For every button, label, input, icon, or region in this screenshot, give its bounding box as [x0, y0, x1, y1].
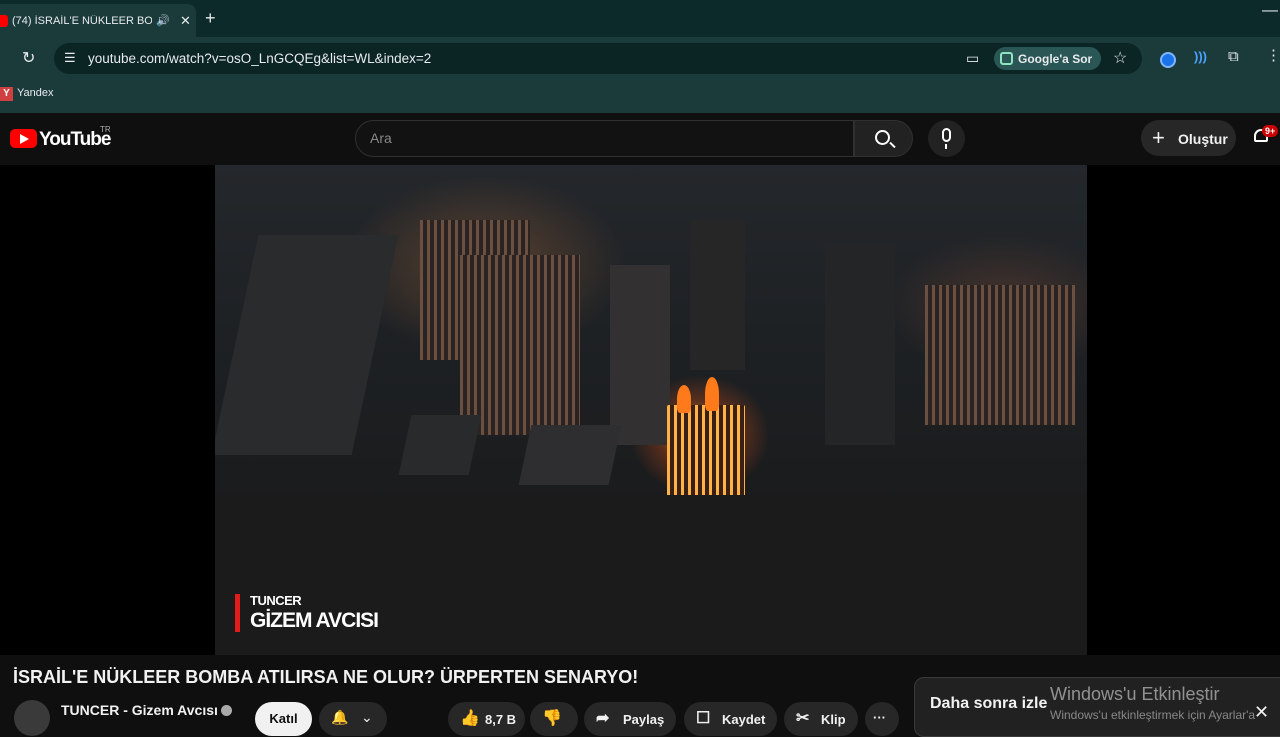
star-icon[interactable]: ☆ — [1113, 48, 1127, 68]
address-bar[interactable]: ☰ youtube.com/watch?v=osO_LnGCQEg&list=W… — [54, 43, 1142, 74]
dislike-button[interactable]: 👎 — [530, 702, 578, 736]
flame — [705, 377, 719, 411]
notification-badge: 9+ — [1262, 125, 1279, 137]
browser-toolbar: ↻ ☰ youtube.com/watch?v=osO_LnGCQEg&list… — [0, 37, 1280, 82]
channel-avatar[interactable] — [14, 700, 50, 736]
plus-icon: + — [1152, 125, 1165, 150]
like-button[interactable]: 👍 8,7 B — [448, 702, 525, 736]
share-button[interactable]: ➦ Paylaş — [584, 702, 676, 736]
windows-activation-title: Windows'u Etkinleştir — [1050, 684, 1220, 704]
more-icon: ··· — [873, 710, 886, 725]
search-box[interactable] — [355, 120, 854, 157]
extension-icon[interactable]: ⧉ — [1228, 48, 1239, 65]
bookmarks-bar: Y Yandex — [0, 82, 1280, 113]
speaker-icon[interactable]: 🔊 — [156, 14, 170, 27]
dislike-icon: 👎 — [542, 710, 562, 727]
video-title: İSRAİL'E NÜKLEER BOMBA ATILIRSA NE OLUR?… — [13, 667, 639, 687]
watermark-top: TUNCER — [250, 593, 302, 608]
like-icon: 👍 — [460, 710, 480, 727]
minimize-button[interactable]: — — [1262, 2, 1278, 20]
burning-building — [667, 405, 745, 497]
youtube-header: YouTube TR + Oluştur 9+ — [0, 113, 1280, 165]
tab-close-button[interactable]: ✕ — [180, 13, 191, 29]
watch-later-label: Daha sonra izle — [930, 695, 1048, 712]
channel-name[interactable]: TUNCER - Gizem Avcısı — [61, 702, 218, 718]
share-icon: ➦ — [596, 710, 610, 727]
browser-tab-active[interactable]: (74) İSRAİL'E NÜKLEER BOM 🔊 ✕ — [0, 4, 196, 37]
save-icon: ☐ — [696, 710, 711, 727]
shazam-extension-icon[interactable] — [1160, 52, 1176, 68]
flame — [677, 385, 691, 413]
verified-icon — [221, 705, 232, 716]
create-label: Oluştur — [1178, 131, 1228, 147]
watermark-bottom: GİZEM AVCISI — [250, 609, 379, 632]
chevron-down-icon: ⌄ — [361, 709, 373, 725]
ruined-building — [690, 220, 745, 370]
google-lens-icon — [1000, 52, 1013, 65]
ruined-building — [460, 255, 580, 435]
subscribed-button[interactable]: 🔔 ⌄ — [319, 702, 387, 736]
cast-icon[interactable]: ▭ — [966, 50, 979, 67]
country-code: TR — [100, 125, 111, 134]
ruined-building — [925, 285, 1075, 425]
clip-icon: ✂ — [796, 710, 810, 727]
youtube-favicon-icon — [0, 14, 8, 27]
ruined-building — [825, 245, 895, 445]
create-button[interactable]: + Oluştur — [1141, 120, 1236, 156]
watermark-bar — [235, 594, 240, 632]
save-button[interactable]: ☐ Kaydet — [684, 702, 777, 736]
search-input[interactable] — [370, 130, 830, 146]
browser-tabbar: (74) İSRAİL'E NÜKLEER BOM 🔊 ✕ + — — [0, 0, 1280, 37]
video-frame[interactable]: TUNCER GİZEM AVCISI — [215, 165, 1087, 655]
video-player[interactable]: TUNCER GİZEM AVCISI — [0, 165, 1280, 655]
bell-icon: 🔔 — [331, 709, 349, 725]
google-ask-label: Google'a Sor — [1018, 51, 1093, 66]
search-button[interactable] — [854, 120, 913, 157]
site-info-icon[interactable]: ☰ — [64, 50, 76, 66]
rubble-block — [398, 415, 482, 475]
rubble-block — [518, 425, 622, 485]
search-icon — [875, 130, 890, 145]
ruined-building — [610, 265, 670, 445]
clip-button[interactable]: ✂ Klip — [784, 702, 858, 736]
yandex-icon[interactable]: Y — [0, 87, 13, 101]
google-ask-button[interactable]: Google'a Sor — [994, 47, 1102, 70]
mic-icon — [942, 128, 951, 142]
new-tab-button[interactable]: + — [205, 8, 216, 29]
join-button[interactable]: Katıl — [255, 702, 312, 736]
url-text[interactable]: youtube.com/watch?v=osO_LnGCQEg&list=WL&… — [88, 51, 431, 66]
browser-menu-icon[interactable]: ⋮ — [1266, 46, 1280, 64]
bookmark-yandex[interactable]: Yandex — [17, 87, 54, 99]
youtube-logo-icon[interactable] — [10, 129, 37, 148]
more-actions-button[interactable]: ··· — [865, 702, 899, 736]
ruined-building — [215, 235, 399, 455]
audio-extension-icon[interactable]: ))) — [1194, 49, 1207, 64]
tab-title: (74) İSRAİL'E NÜKLEER BOM — [12, 14, 152, 27]
reload-icon[interactable]: ↻ — [22, 48, 35, 68]
mic-stand — [945, 144, 947, 149]
voice-search-button[interactable] — [928, 120, 965, 157]
